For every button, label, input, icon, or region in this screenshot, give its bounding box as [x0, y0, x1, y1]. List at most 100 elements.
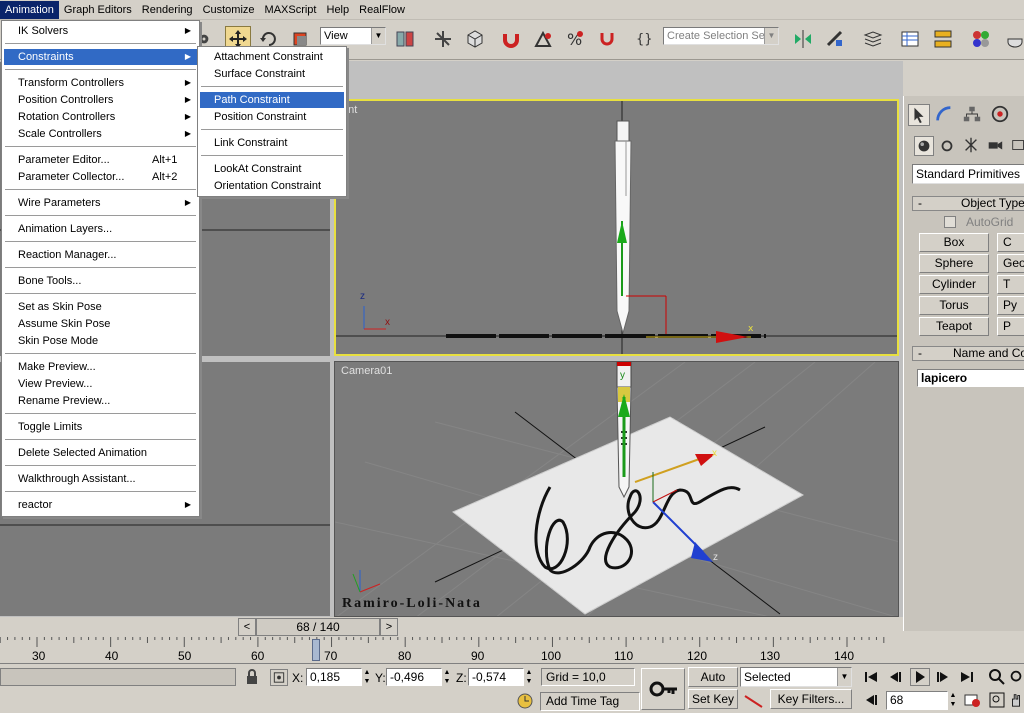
camera-viewport[interactable]: Camera01 x y z Ramiro-Loli-Nata: [334, 361, 899, 617]
key-mode-combo[interactable]: Selected ▼: [740, 667, 852, 687]
menu-help[interactable]: Help: [322, 1, 355, 19]
time-configuration-button[interactable]: [962, 691, 982, 710]
menu-rendering[interactable]: Rendering: [137, 1, 198, 19]
menu-item-set-skin-pose[interactable]: Set as Skin Pose: [4, 299, 197, 315]
set-keys-button[interactable]: [641, 668, 685, 710]
named-selection-button[interactable]: {}: [632, 26, 658, 52]
object-name-field[interactable]: lapicero: [917, 369, 1024, 387]
z-coordinate-field[interactable]: -0,574: [468, 668, 524, 686]
menu-item-skin-pose-mode[interactable]: Skin Pose Mode: [4, 333, 197, 349]
menu-customize[interactable]: Customize: [198, 1, 260, 19]
menu-item-link-constraint[interactable]: Link Constraint: [200, 135, 344, 151]
material-editor-button[interactable]: [968, 26, 994, 52]
x-coordinate-field[interactable]: 0,185: [306, 668, 362, 686]
select-manipulate-button[interactable]: [462, 26, 488, 52]
key-mode-toggle-button[interactable]: [862, 692, 880, 708]
zoom-extents-button[interactable]: [988, 691, 1006, 709]
menu-item-wire-parameters[interactable]: Wire Parameters ▶: [4, 195, 197, 211]
y-coordinate-field[interactable]: -0,496: [386, 668, 442, 686]
geometry-category-button[interactable]: [914, 136, 934, 156]
percent-snap-button[interactable]: %: [562, 26, 588, 52]
menu-item-parameter-editor[interactable]: Parameter Editor... Alt+1: [4, 152, 197, 168]
menu-item-make-preview[interactable]: Make Preview...: [4, 359, 197, 375]
track-bar[interactable]: 30 40 50 60 70 80 90 100 110 120 130 140: [0, 637, 903, 663]
time-next-button[interactable]: >: [380, 618, 398, 636]
tab-hierarchy[interactable]: [962, 104, 984, 126]
menu-graph-editors[interactable]: Graph Editors: [59, 1, 137, 19]
y-spinner[interactable]: ▲ ▼: [442, 668, 452, 686]
menu-item-rename-preview[interactable]: Rename Preview...: [4, 393, 197, 409]
object-type-rollout-header[interactable]: - Object Type: [912, 196, 1024, 211]
teapot-button[interactable]: Teapot: [919, 317, 989, 336]
cone-button[interactable]: C: [997, 233, 1024, 252]
pivot-center-button[interactable]: [392, 26, 418, 52]
zoom-all-button[interactable]: [1008, 668, 1024, 686]
menu-item-walkthrough-assistant[interactable]: Walkthrough Assistant...: [4, 471, 197, 487]
menu-animation[interactable]: Animation: [0, 0, 59, 19]
tab-motion[interactable]: [990, 104, 1012, 126]
geosphere-button[interactable]: Geo: [997, 254, 1024, 273]
menu-item-path-constraint[interactable]: Path Constraint: [200, 92, 344, 108]
menu-item-delete-selected-animation[interactable]: Delete Selected Animation: [4, 445, 197, 461]
time-tag-icon-button[interactable]: [516, 692, 536, 710]
key-filters-button[interactable]: Key Filters...: [770, 689, 852, 709]
menu-maxscript[interactable]: MAXScript: [260, 1, 322, 19]
primitive-category-combo[interactable]: Standard Primitives: [912, 164, 1024, 184]
menu-item-lookat-constraint[interactable]: LookAt Constraint: [200, 161, 344, 177]
menu-item-parameter-collector[interactable]: Parameter Collector... Alt+2: [4, 169, 197, 185]
menu-item-position-constraint[interactable]: Position Constraint: [200, 109, 344, 125]
plane-button[interactable]: P: [997, 317, 1024, 336]
current-frame-field[interactable]: 68: [886, 691, 948, 710]
menu-item-transform-controllers[interactable]: Transform Controllers ▶: [4, 75, 197, 91]
menu-item-view-preview[interactable]: View Preview...: [4, 376, 197, 392]
helpers-category-button[interactable]: [1010, 136, 1024, 156]
box-button[interactable]: Box: [919, 233, 989, 252]
cameras-category-button[interactable]: [986, 136, 1006, 156]
menu-item-assume-skin-pose[interactable]: Assume Skin Pose: [4, 316, 197, 332]
spinner-snap-button[interactable]: [594, 26, 620, 52]
tab-create[interactable]: [908, 104, 930, 126]
schematic-view-button[interactable]: [930, 26, 956, 52]
previous-frame-button[interactable]: [886, 669, 904, 685]
sphere-button[interactable]: Sphere: [919, 254, 989, 273]
current-frame-marker[interactable]: [312, 639, 320, 661]
go-to-end-button[interactable]: [958, 669, 976, 685]
tube-button[interactable]: T: [997, 275, 1024, 294]
mirror-button[interactable]: [790, 26, 816, 52]
x-spinner[interactable]: ▲ ▼: [362, 668, 372, 686]
keyboard-shortcut-button[interactable]: [430, 26, 456, 52]
autogrid-checkbox[interactable]: [944, 216, 956, 228]
curve-editor-button[interactable]: [897, 26, 923, 52]
zoom-button[interactable]: [988, 668, 1006, 686]
menu-item-toggle-limits[interactable]: Toggle Limits: [4, 419, 197, 435]
menu-item-surface-constraint[interactable]: Surface Constraint: [200, 66, 344, 82]
go-to-start-button[interactable]: [862, 669, 880, 685]
set-key-button[interactable]: Set Key: [688, 689, 738, 709]
absolute-mode-button[interactable]: [270, 669, 288, 686]
menu-item-orientation-constraint[interactable]: Orientation Constraint: [200, 178, 344, 194]
z-spinner[interactable]: ▲ ▼: [524, 668, 534, 686]
time-prev-button[interactable]: <: [238, 618, 256, 636]
front-viewport[interactable]: ont x z x: [334, 99, 899, 356]
menu-item-attachment-constraint[interactable]: Attachment Constraint: [200, 49, 344, 65]
pan-button[interactable]: [1008, 691, 1024, 709]
menu-item-scale-controllers[interactable]: Scale Controllers ▶: [4, 126, 197, 142]
menu-item-rotation-controllers[interactable]: Rotation Controllers ▶: [4, 109, 197, 125]
selection-lock-button[interactable]: [244, 669, 260, 685]
lights-category-button[interactable]: [962, 136, 982, 156]
add-time-tag-field[interactable]: Add Time Tag: [540, 692, 640, 711]
render-scene-button[interactable]: [1002, 26, 1024, 52]
layer-manager-button[interactable]: [860, 26, 886, 52]
play-button[interactable]: [910, 668, 930, 686]
next-frame-button[interactable]: [934, 669, 952, 685]
menu-item-ik-solvers[interactable]: IK Solvers ▶: [4, 23, 197, 39]
menu-item-reaction-manager[interactable]: Reaction Manager...: [4, 247, 197, 263]
cylinder-button[interactable]: Cylinder: [919, 275, 989, 294]
key-tangent-button[interactable]: [742, 692, 766, 710]
name-color-rollout-header[interactable]: - Name and Colo: [912, 346, 1024, 361]
menu-item-reactor[interactable]: reactor ▶: [4, 497, 197, 513]
named-selection-set-combo[interactable]: Create Selection Set ▼: [663, 27, 779, 45]
menu-item-constraints[interactable]: Constraints ▶: [4, 49, 197, 65]
tab-modify[interactable]: [934, 104, 956, 126]
reference-coordinate-combo[interactable]: View ▼: [320, 27, 386, 45]
